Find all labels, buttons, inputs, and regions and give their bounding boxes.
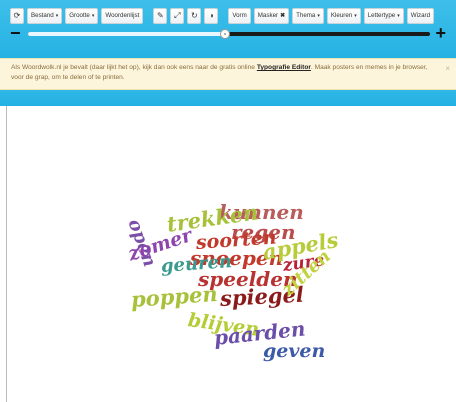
vorm-label: Vorm [232,12,247,19]
caret-down-icon: ▾ [354,13,357,19]
caret-down-icon: ▾ [317,13,320,19]
masker-button[interactable]: Masker ✖ [253,8,290,24]
size-slider-thumb[interactable] [219,29,230,39]
zoom-out-button[interactable]: − [10,24,21,42]
size-slider-fill [28,32,225,36]
toolbar: ⟳ Bestand ▾ Grootte ▾ Woordenlijst ✎ ⤢ ↻ ◑… [10,7,435,25]
lettertype-label: Lettertype [367,12,396,19]
thema-menu[interactable]: Thema ▾ [292,8,324,24]
refresh-button[interactable]: ⟳ [10,8,24,24]
kleuren-label: Kleuren [330,12,353,19]
refresh-icon: ⟳ [13,11,21,20]
grootte-label: Grootte [69,12,90,19]
pencil-icon: ✎ [156,11,164,20]
wizard-label: Wizard [410,12,431,19]
word-cloud-canvas[interactable]: kunnen trekken regen open soorten zomer snoepe… [6,106,456,402]
woordenlijst-label: Woordenlijst [105,12,140,19]
redo-icon: ↻ [190,11,198,20]
redo-button[interactable]: ↻ [187,8,202,24]
caret-down-icon: ▾ [91,13,95,19]
masker-label: Masker [257,12,279,19]
wizard-button[interactable]: Wizard [406,8,435,24]
caret-down-icon: ▾ [397,13,400,19]
info-notice: Als Woordwolk.nl je bevalt (daar lijkt h… [0,58,456,90]
size-slider-track[interactable] [28,29,430,39]
blue-divider-band [0,90,456,106]
woordenlijst-button[interactable]: Woordenlijst [101,8,144,24]
lettertype-menu[interactable]: Lettertype ▾ [363,8,404,24]
close-notice-button[interactable]: × [445,64,450,74]
edit-button[interactable]: ✎ [153,8,168,24]
cloud-word-geven[interactable]: geven [263,342,325,361]
thema-label: Thema [296,12,316,19]
grootte-menu[interactable]: Grootte ▾ [65,8,99,24]
bestand-label: Bestand [31,12,54,19]
cloud-word-poppen[interactable]: poppen [130,281,218,312]
contrast-icon: ◑ [208,11,214,20]
expand-button[interactable]: ⤢ [170,8,185,24]
notice-text: Als Woordwolk.nl je bevalt (daar lijkt h… [11,64,257,71]
vorm-button[interactable]: Vorm [228,8,251,24]
typografie-editor-link[interactable]: Typografie Editor [257,64,311,71]
caret-down-icon: ▾ [55,13,59,19]
contrast-button[interactable]: ◑ [204,8,219,24]
expand-icon: ⤢ [174,11,181,20]
zoom-in-button[interactable]: + [435,24,446,42]
size-slider-row: − + [10,24,446,42]
bestand-menu[interactable]: Bestand ▾ [27,8,63,24]
close-icon: ✖ [280,13,286,19]
kleuren-menu[interactable]: Kleuren ▾ [326,8,361,24]
